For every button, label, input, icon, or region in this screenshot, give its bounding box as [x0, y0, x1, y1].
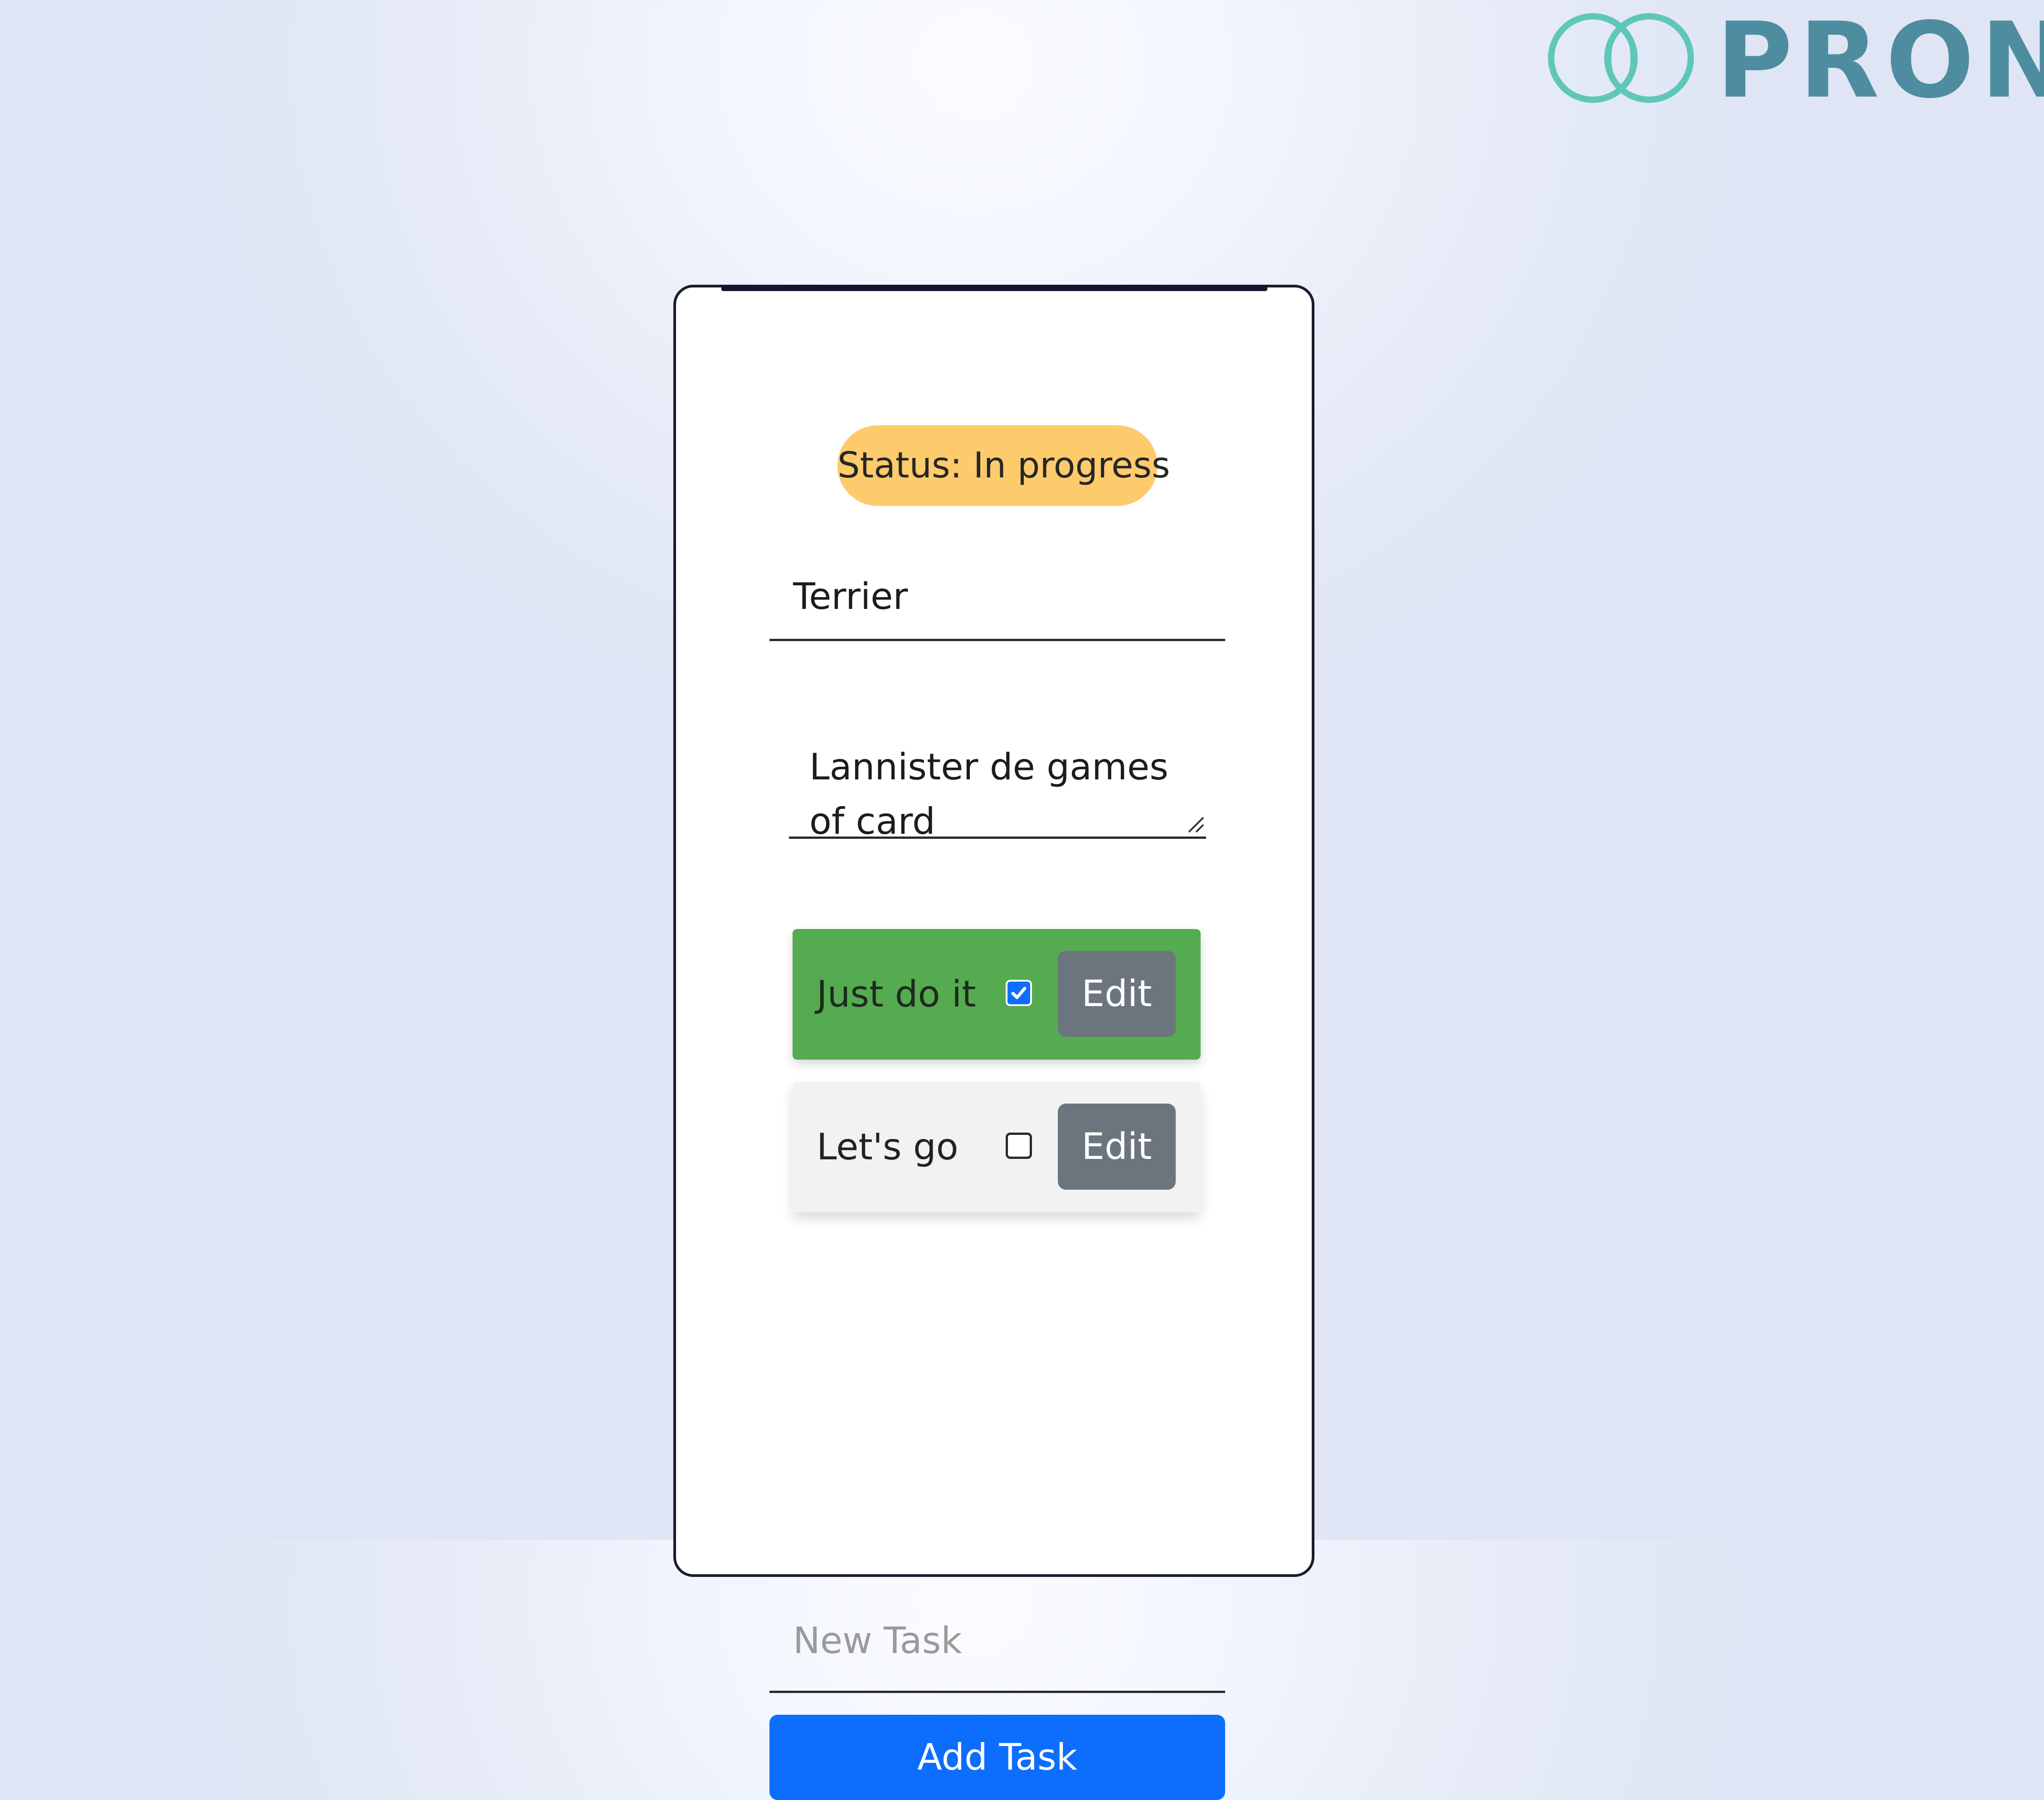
edit-task-button[interactable]: Edit — [1058, 1104, 1176, 1190]
task-checkbox-unchecked[interactable] — [1006, 1133, 1032, 1159]
card-top-bar — [721, 285, 1267, 291]
new-task-input[interactable]: New Task — [769, 1593, 1225, 1693]
title-input[interactable]: Terrier — [769, 557, 1225, 641]
todo-card: Status: In progress Terrier Lannister de… — [673, 285, 1314, 1800]
task-item-pending: Let's go Edit — [793, 1082, 1201, 1212]
edit-task-button[interactable]: Edit — [1058, 951, 1176, 1037]
task-item-done: Just do it Edit — [793, 929, 1201, 1060]
new-task-placeholder: New Task — [793, 1620, 962, 1662]
task-checkbox-checked[interactable] — [1006, 980, 1032, 1006]
resize-handle-icon[interactable] — [1184, 813, 1205, 834]
description-textarea-value: Lannister de games of card — [809, 746, 1168, 842]
check-icon — [1011, 987, 1027, 999]
status-badge: Status: In progress — [837, 425, 1170, 506]
brand-logo: PRONO — [1539, 9, 2044, 113]
logo-rings-icon — [1548, 13, 1694, 103]
task-label: Let's go — [817, 1126, 959, 1168]
add-task-button[interactable]: Add Task — [769, 1715, 1225, 1800]
title-input-value: Terrier — [793, 575, 908, 618]
logo-wordmark: PRONO — [1716, 9, 2044, 113]
task-label: Just do it — [817, 973, 976, 1015]
description-textarea[interactable]: Lannister de games of card — [789, 721, 1206, 842]
